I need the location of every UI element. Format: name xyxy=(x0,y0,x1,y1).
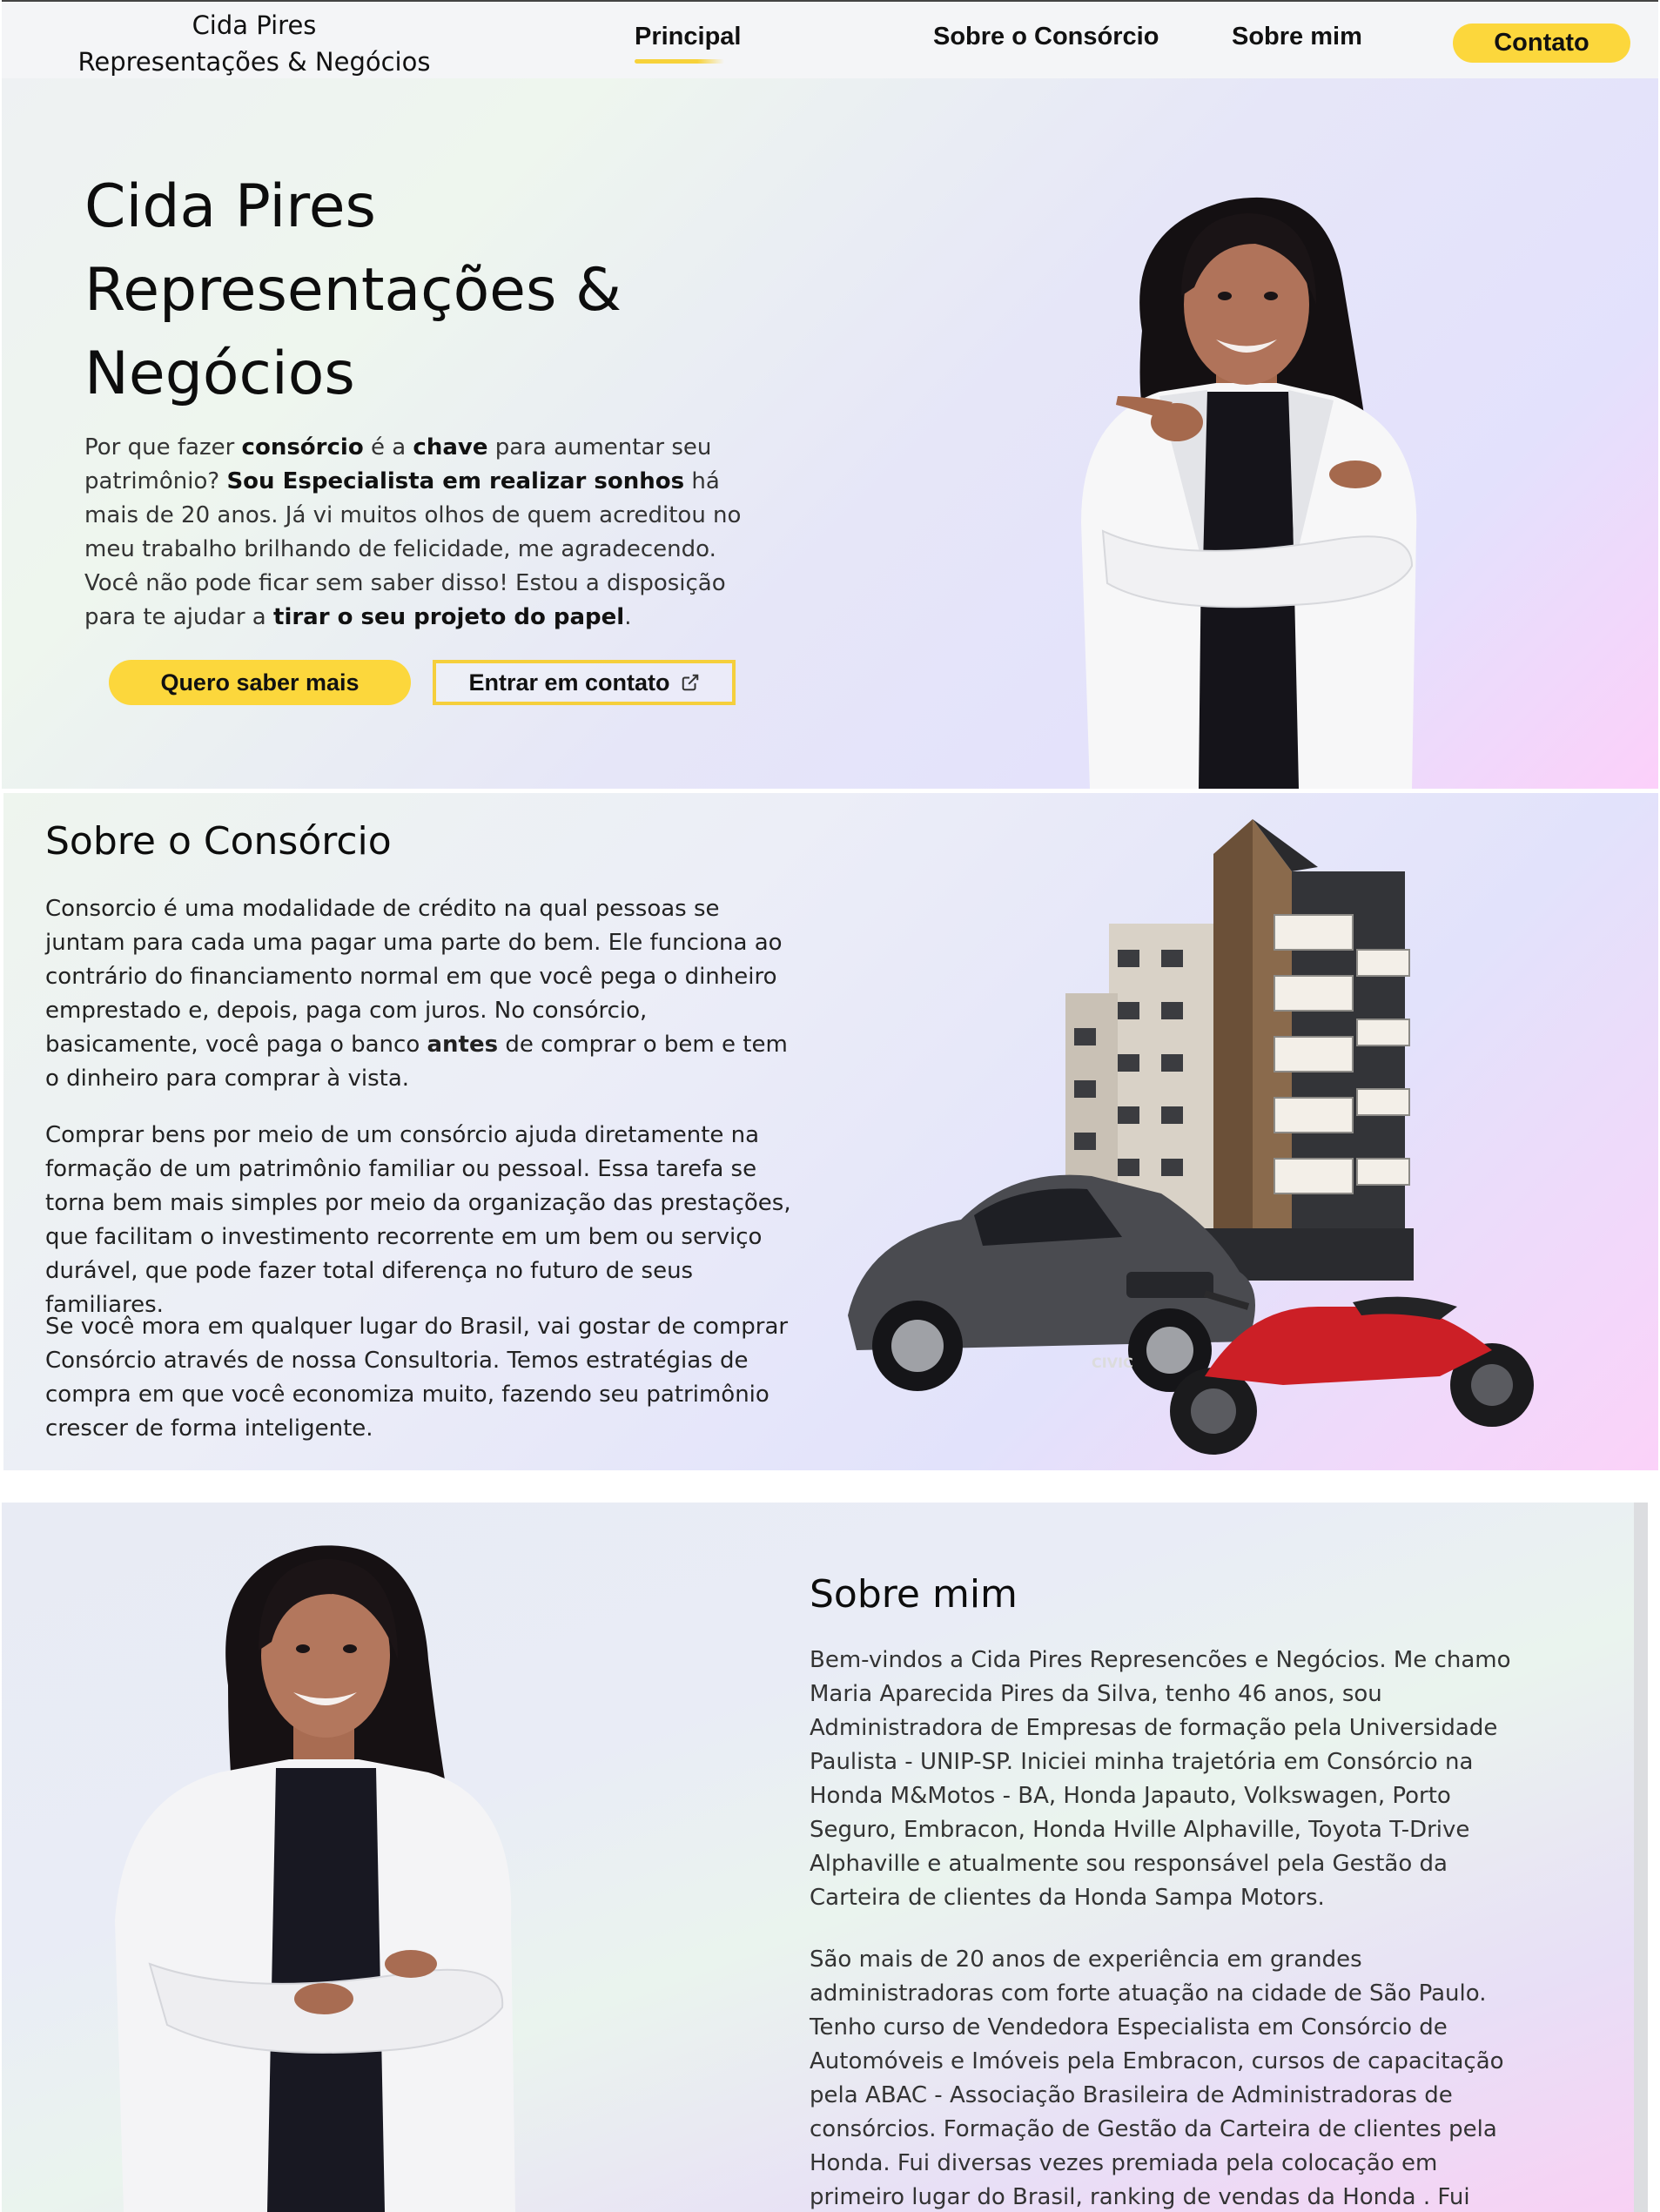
hero-section: Cida Pires Representações & Negócios Por… xyxy=(2,78,1658,789)
hero-text-part: Por que fazer xyxy=(84,434,242,461)
hero-text-part: . xyxy=(624,604,632,630)
external-link-icon xyxy=(682,674,698,691)
brand-name: Cida Pires xyxy=(192,10,317,40)
hero-description: Por que fazer consórcio é a chave para a… xyxy=(84,431,772,635)
sobre-consorcio-section: Sobre o Consórcio Consorcio é uma modali… xyxy=(3,793,1658,1470)
entrar-em-contato-label: Entrar em contato xyxy=(468,669,670,696)
nav-link-sobre-mim[interactable]: Sobre mim xyxy=(1232,23,1362,51)
cida-pires-photo-about xyxy=(115,1545,515,2212)
section-title: Sobre o Consórcio xyxy=(45,819,392,864)
hero-text-bold: consórcio xyxy=(241,434,364,461)
cida-pires-photo-hero xyxy=(1081,197,1417,789)
section-title: Sobre mim xyxy=(810,1572,1018,1617)
consorcio-paragraph: Consorcio é uma modalidade de crédito na… xyxy=(45,892,803,1096)
consorcio-paragraph: Se você mora em qualquer lugar do Brasil… xyxy=(45,1314,789,1442)
hero-text-bold: Sou Especialista em realizar sonhos xyxy=(226,468,685,494)
sobre-mim-section: Sobre mim Bem-vindos a Cida Pires Repres… xyxy=(2,1503,1634,2212)
hero-title: Cida Pires Representações & Negócios xyxy=(84,165,642,416)
hero-text-part: é a xyxy=(363,434,413,461)
hero-title-line: Cida Pires xyxy=(84,172,376,241)
consorcio-paragraph: Comprar bens por meio de um consórcio aj… xyxy=(45,1122,791,1318)
hero-text-bold: chave xyxy=(413,434,488,461)
nav-link-principal[interactable]: Principal xyxy=(635,23,742,51)
brand-logo[interactable]: Cida Pires Representações & Negócios xyxy=(71,7,437,80)
entrar-em-contato-button[interactable]: Entrar em contato xyxy=(433,660,736,705)
sobre-mim-paragraph: Bem-vindos a Cida Pires Represencões e N… xyxy=(810,1647,1511,1911)
building-car-motorcycle-image: CIVIC xyxy=(848,819,1534,1455)
hero-title-line: Negócios xyxy=(84,340,355,408)
car-badge: CIVIC xyxy=(1092,1355,1133,1371)
nav-link-sobre-consorcio[interactable]: Sobre o Consórcio xyxy=(933,23,1159,51)
page-scrollbar-track[interactable] xyxy=(1634,1503,1648,2212)
paragraph-bold: antes xyxy=(427,1032,499,1058)
brand-tagline: Representações & Negócios xyxy=(77,47,431,77)
contato-button[interactable]: Contato xyxy=(1453,24,1630,63)
sobre-mim-paragraph: São mais de 20 anos de experiência em gr… xyxy=(810,1946,1504,2210)
quero-saber-mais-button[interactable]: Quero saber mais xyxy=(109,660,411,705)
active-nav-indicator xyxy=(635,59,724,64)
top-navbar: Cida Pires Representações & Negócios Pri… xyxy=(2,0,1658,78)
hero-title-line: Representações & xyxy=(84,256,622,325)
hero-text-bold: tirar o seu projeto do papel xyxy=(273,604,625,630)
